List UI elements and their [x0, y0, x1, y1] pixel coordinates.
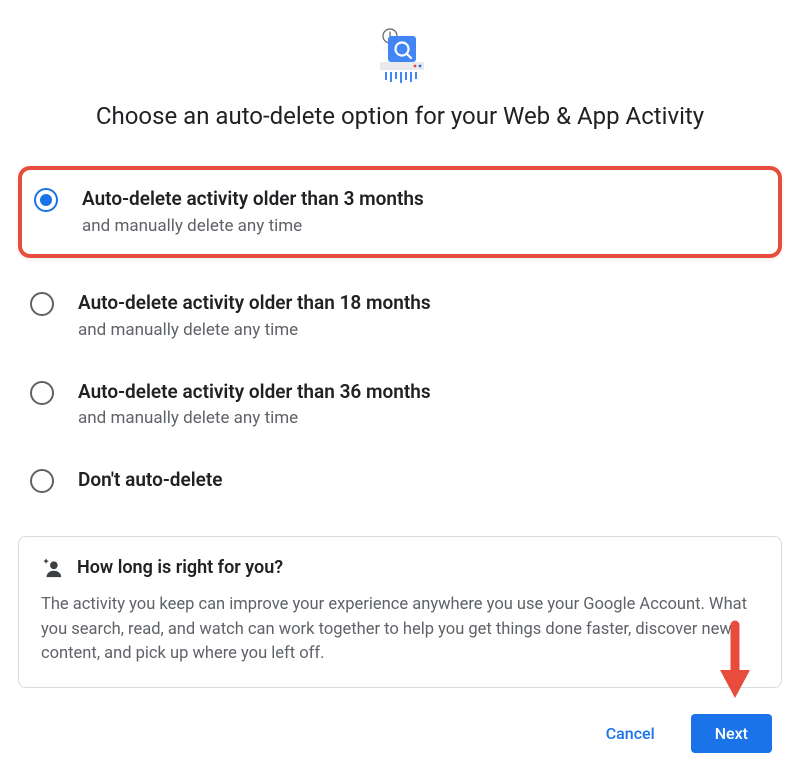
option-title: Auto-delete activity older than 36 month… — [78, 379, 770, 406]
option-subtitle: and manually delete any time — [82, 215, 766, 239]
next-button[interactable]: Next — [691, 714, 772, 753]
radio-indicator[interactable] — [30, 381, 54, 405]
radio-option-1[interactable]: Auto-delete activity older than 18 month… — [18, 276, 782, 356]
radio-option-0[interactable]: Auto-delete activity older than 3 months… — [18, 166, 782, 258]
person-sparkle-icon — [41, 557, 63, 579]
info-card-title: How long is right for you? — [77, 557, 283, 578]
radio-indicator[interactable] — [30, 292, 54, 316]
info-card: How long is right for you? The activity … — [18, 536, 782, 688]
option-text: Auto-delete activity older than 36 month… — [78, 379, 770, 431]
dialog-actions: Cancel Next — [18, 714, 782, 753]
radio-indicator[interactable] — [34, 188, 58, 212]
radio-options-group: Auto-delete activity older than 3 months… — [18, 166, 782, 508]
info-card-header: How long is right for you? — [41, 557, 759, 579]
radio-option-3[interactable]: Don't auto-delete — [18, 453, 782, 508]
page-title: Choose an auto-delete option for your We… — [18, 102, 782, 130]
option-subtitle: and manually delete any time — [78, 319, 770, 343]
activity-shred-icon — [372, 28, 428, 84]
option-subtitle: and manually delete any time — [78, 407, 770, 431]
info-card-body: The activity you keep can improve your e… — [41, 593, 759, 667]
radio-indicator[interactable] — [30, 469, 54, 493]
header-icon-container — [18, 28, 782, 84]
option-text: Auto-delete activity older than 18 month… — [78, 290, 770, 342]
option-title: Auto-delete activity older than 3 months — [82, 186, 766, 213]
radio-option-2[interactable]: Auto-delete activity older than 36 month… — [18, 365, 782, 445]
option-text: Don't auto-delete — [78, 467, 770, 494]
option-title: Auto-delete activity older than 18 month… — [78, 290, 770, 317]
option-text: Auto-delete activity older than 3 months… — [82, 186, 766, 238]
option-title: Don't auto-delete — [78, 467, 770, 494]
cancel-button[interactable]: Cancel — [582, 714, 679, 753]
